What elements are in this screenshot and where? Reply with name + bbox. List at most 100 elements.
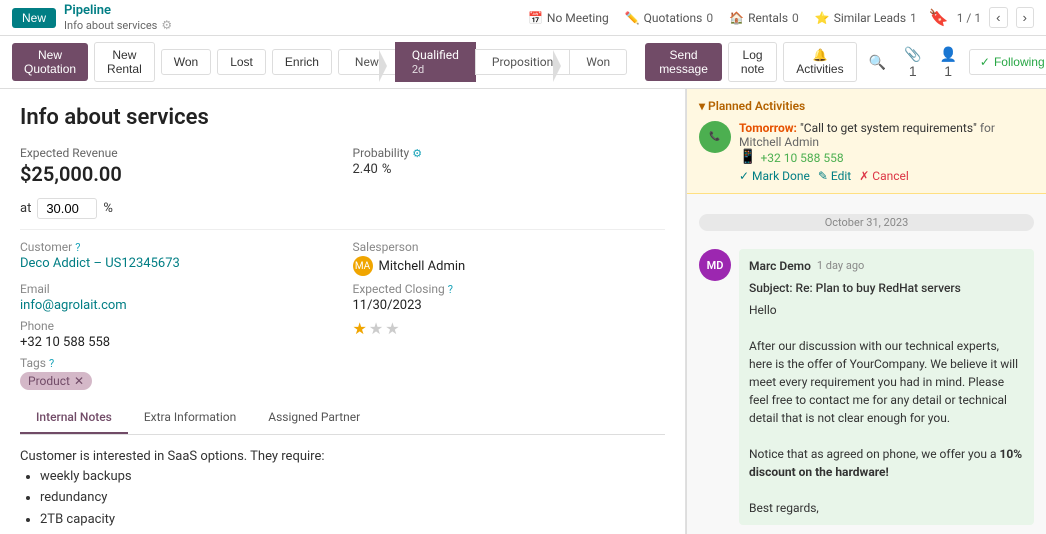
product-tag: Product ✕ <box>20 372 92 390</box>
send-message-button[interactable]: Send message <box>645 43 722 81</box>
enrich-button[interactable]: Enrich <box>272 49 332 75</box>
quotations-icon: ✏️ <box>625 11 640 25</box>
bookmark-icon[interactable]: 🔖 <box>929 8 949 27</box>
salesperson-name: Mitchell Admin <box>379 259 466 274</box>
notes-content: Customer is interested in SaaS options. … <box>20 447 665 529</box>
activity-phone: +32 10 588 558 <box>760 151 843 165</box>
cancel-link[interactable]: ✗ Cancel <box>859 169 909 183</box>
step-qualified[interactable]: Qualified 2d <box>395 42 476 82</box>
star-3[interactable]: ★ <box>385 319 399 338</box>
activity-item: 📞 Tomorrow: "Call to get system requirem… <box>699 121 1034 183</box>
form-tabs: Internal Notes Extra Information Assigne… <box>20 402 665 435</box>
action-bar: New Quotation New Rental Won Lost Enrich… <box>0 36 1046 89</box>
followers-button[interactable]: 👤 1 <box>933 43 962 82</box>
activity-title: Tomorrow: "Call to get system requiremen… <box>739 121 1034 149</box>
quotations-count: 0 <box>706 11 713 25</box>
star-1[interactable]: ★ <box>353 319 367 338</box>
customer-field: Customer ? Deco Addict – US12345673 <box>20 240 333 276</box>
activity-tomorrow: Tomorrow: <box>739 121 797 135</box>
stars-rating[interactable]: ★ ★ ★ <box>353 319 666 338</box>
customer-info-icon[interactable]: ? <box>75 241 80 254</box>
closing-info-icon[interactable]: ? <box>448 283 453 296</box>
no-meeting-action[interactable]: 📅 No Meeting <box>528 11 609 25</box>
tab-assigned-partner[interactable]: Assigned Partner <box>252 402 376 434</box>
won-button[interactable]: Won <box>161 49 211 75</box>
right-actions: Send message Log note 🔔 Activities 🔍 📎 1… <box>645 42 1046 82</box>
star-2[interactable]: ★ <box>369 319 383 338</box>
probability-gear-icon[interactable]: ⚙ <box>412 147 422 160</box>
pagination: 1 / 1 <box>957 11 981 25</box>
phone-value: +32 10 588 558 <box>20 335 333 350</box>
similar-leads-action[interactable]: ⭐ Similar Leads 1 <box>815 11 917 25</box>
email-value[interactable]: info@agrolait.com <box>20 298 333 313</box>
expected-revenue-value: $25,000.00 <box>20 162 333 186</box>
activities-button[interactable]: 🔔 Activities <box>783 42 856 82</box>
sub-breadcrumb-text: Info about services <box>64 19 157 32</box>
prev-button[interactable]: ‹ <box>989 7 1007 28</box>
no-meeting-label: No Meeting <box>547 11 609 25</box>
at-input[interactable] <box>37 198 97 219</box>
next-button[interactable]: › <box>1016 7 1034 28</box>
probability-value-row: 2.40 % <box>353 162 666 177</box>
top-fields-grid: Expected Revenue $25,000.00 Probability … <box>20 146 665 186</box>
expected-closing-label: Expected Closing ? <box>353 282 666 296</box>
salesperson-value: MA Mitchell Admin <box>353 256 666 276</box>
top-nav-center: 📅 No Meeting ✏️ Quotations 0 🏠 Rentals 0… <box>528 11 917 25</box>
left-panel: Info about services Expected Revenue $25… <box>0 89 686 534</box>
step-proposition[interactable]: Proposition <box>475 49 570 75</box>
tag-remove-icon[interactable]: ✕ <box>74 374 84 388</box>
marc-demo-avatar: MD <box>699 249 731 281</box>
probability-label: Probability ⚙ <box>353 146 666 160</box>
attachment-button[interactable]: 📎 1 <box>898 43 927 82</box>
rentals-count: 0 <box>792 11 799 25</box>
msg-header-1: Marc Demo 1 day ago <box>749 257 1024 275</box>
tags-info-icon[interactable]: ? <box>49 357 54 370</box>
probability-pct: % <box>382 162 392 177</box>
date-divider: October 31, 2023 <box>699 214 1034 231</box>
page-title: Info about services <box>20 105 665 130</box>
at-row: at % <box>20 198 665 219</box>
edit-link[interactable]: ✎ Edit <box>818 169 851 183</box>
tags-label: Tags ? <box>20 356 333 370</box>
marc-demo-subject: Subject: Re: Plan to buy RedHat servers <box>749 279 1024 297</box>
expected-closing-field: Expected Closing ? 11/30/2023 <box>353 282 666 313</box>
new-rental-button[interactable]: New Rental <box>94 42 155 82</box>
top-nav-left: New Pipeline Info about services ⚙ <box>12 3 516 32</box>
mark-done-link[interactable]: ✓ Mark Done <box>739 169 810 183</box>
new-quotation-button[interactable]: New Quotation <box>12 43 88 81</box>
quotations-action[interactable]: ✏️ Quotations 0 <box>625 11 713 25</box>
at-pct: % <box>103 201 113 216</box>
date-divider-container: October 31, 2023 <box>699 206 1034 239</box>
marc-demo-time: 1 day ago <box>817 258 864 275</box>
step-new[interactable]: New <box>338 49 396 75</box>
salesperson-avatar: MA <box>353 256 373 276</box>
following-button[interactable]: ✓ Following <box>969 49 1046 75</box>
marc-demo-body: Hello After our discussion with our tech… <box>749 301 1024 517</box>
activity-avatar: 📞 <box>699 121 731 153</box>
activity-actions: ✓ Mark Done ✎ Edit ✗ Cancel <box>739 169 1034 183</box>
notes-list: weekly backups redundancy 2TB capacity <box>20 467 665 530</box>
search-button[interactable]: 🔍 <box>863 51 892 74</box>
activity-phone-row: 📱 +32 10 588 558 <box>739 149 1034 165</box>
tab-extra-information[interactable]: Extra Information <box>128 402 252 434</box>
status-pipeline: New Qualified 2d Proposition Won <box>338 42 627 82</box>
marc-demo-sender: Marc Demo <box>749 257 811 275</box>
tag-label: Product <box>28 374 70 388</box>
customer-value[interactable]: Deco Addict – US12345673 <box>20 256 333 271</box>
pipeline-link[interactable]: Pipeline <box>64 3 111 18</box>
settings-icon[interactable]: ⚙ <box>161 18 172 32</box>
tab-internal-notes[interactable]: Internal Notes <box>20 402 128 434</box>
breadcrumb: Pipeline Info about services ⚙ <box>64 3 172 32</box>
rentals-icon: 🏠 <box>729 11 744 25</box>
priority-field: ★ ★ ★ <box>353 319 666 350</box>
step-won[interactable]: Won <box>569 49 627 75</box>
right-panel: ▾ Planned Activities 📞 Tomorrow: "Call t… <box>686 89 1046 534</box>
chat-area: October 31, 2023 MD Marc Demo 1 day ago … <box>687 194 1046 534</box>
similar-leads-label: Similar Leads <box>834 11 906 25</box>
rentals-action[interactable]: 🏠 Rentals 0 <box>729 11 799 25</box>
notes-list-item-2: redundancy <box>40 488 665 508</box>
lost-button[interactable]: Lost <box>217 49 266 75</box>
activity-call-title: "Call to get system requirements" <box>800 121 977 135</box>
log-note-button[interactable]: Log note <box>728 42 777 82</box>
new-button[interactable]: New <box>12 8 56 28</box>
